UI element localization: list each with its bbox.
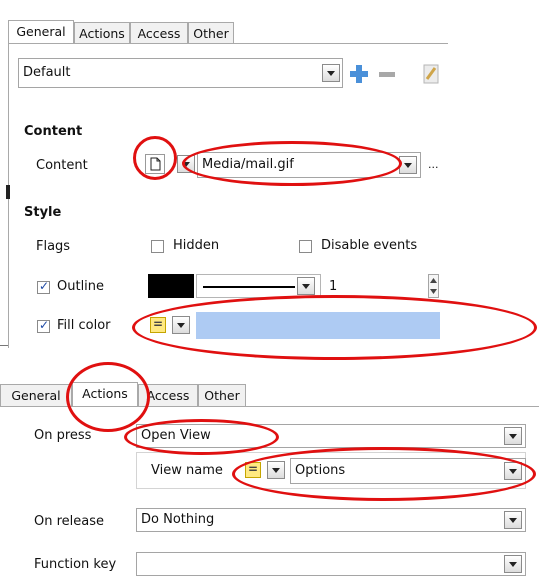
fill-color-label: Fill color [57,318,111,333]
on-release-value: Do Nothing [141,512,215,527]
style-select-value: Default [23,65,71,80]
edit-style-icon[interactable] [420,63,440,85]
disable-events-checkbox[interactable] [299,240,312,253]
content-label: Content [36,158,88,173]
tab-other-bottom[interactable]: Other [198,384,246,406]
tab-access[interactable]: Access [130,22,188,44]
tab-actions[interactable]: Actions [74,22,130,44]
fill-color-dropdown[interactable] [172,316,190,334]
content-path-value: Media/mail.gif [202,157,294,172]
content-section-title: Content [24,124,83,139]
outline-width-value[interactable]: 1 [329,279,337,294]
tab-strip-border-bottom [0,406,539,407]
content-type-dropdown[interactable] [177,155,195,173]
function-key-dropdown[interactable] [504,555,522,573]
style-section-title: Style [24,205,62,220]
on-press-value: Open View [141,428,211,443]
panel-divider-line [0,345,8,346]
outline-style-dropdown[interactable] [297,277,315,295]
function-key-select[interactable] [136,552,526,576]
on-press-dropdown[interactable] [504,427,522,445]
content-path-dropdown[interactable] [399,156,417,174]
outline-label: Outline [57,279,105,294]
tab-general[interactable]: General [8,20,74,44]
tab-other[interactable]: Other [188,22,234,44]
panel-frame [8,43,449,348]
tab-general-bottom[interactable]: General [0,384,72,406]
style-select-dropdown-button[interactable] [322,64,340,82]
view-name-value: Options [295,463,346,478]
view-name-dropdown[interactable] [504,462,522,480]
browse-ellipsis-button[interactable]: ... [428,158,439,171]
remove-style-icon[interactable] [376,65,398,85]
outline-width-spinner[interactable] [428,274,439,298]
function-key-label: Function key [34,557,117,572]
view-name-select[interactable]: Options [290,458,526,484]
add-style-icon[interactable] [348,63,370,85]
file-icon[interactable] [145,154,165,174]
fill-color-swatch[interactable] [196,312,440,339]
content-path-field[interactable]: Media/mail.gif [197,152,421,178]
fill-expression-toggle[interactable]: = [150,317,166,333]
hidden-label: Hidden [173,238,220,253]
style-select[interactable]: Default [18,58,343,88]
on-release-select[interactable]: Do Nothing [136,508,526,532]
fill-color-checkbox[interactable] [37,318,50,333]
on-press-label: On press [34,428,92,443]
panel-left-marker [6,185,10,199]
view-name-label: View name [151,463,223,478]
on-release-dropdown[interactable] [504,511,522,529]
outline-line-sample [203,286,295,288]
disable-events-label: Disable events [321,238,418,253]
view-name-type-dropdown[interactable] [267,461,285,479]
hidden-checkbox[interactable] [151,240,164,253]
view-name-expression-toggle[interactable]: = [245,462,261,478]
tab-actions-bottom[interactable]: Actions [72,382,138,406]
on-press-select[interactable]: Open View [136,424,526,448]
tab-access-bottom[interactable]: Access [138,384,198,406]
flags-label: Flags [36,239,71,254]
outline-color-swatch[interactable] [148,274,194,298]
outline-checkbox[interactable] [37,279,50,294]
on-release-label: On release [34,514,105,529]
